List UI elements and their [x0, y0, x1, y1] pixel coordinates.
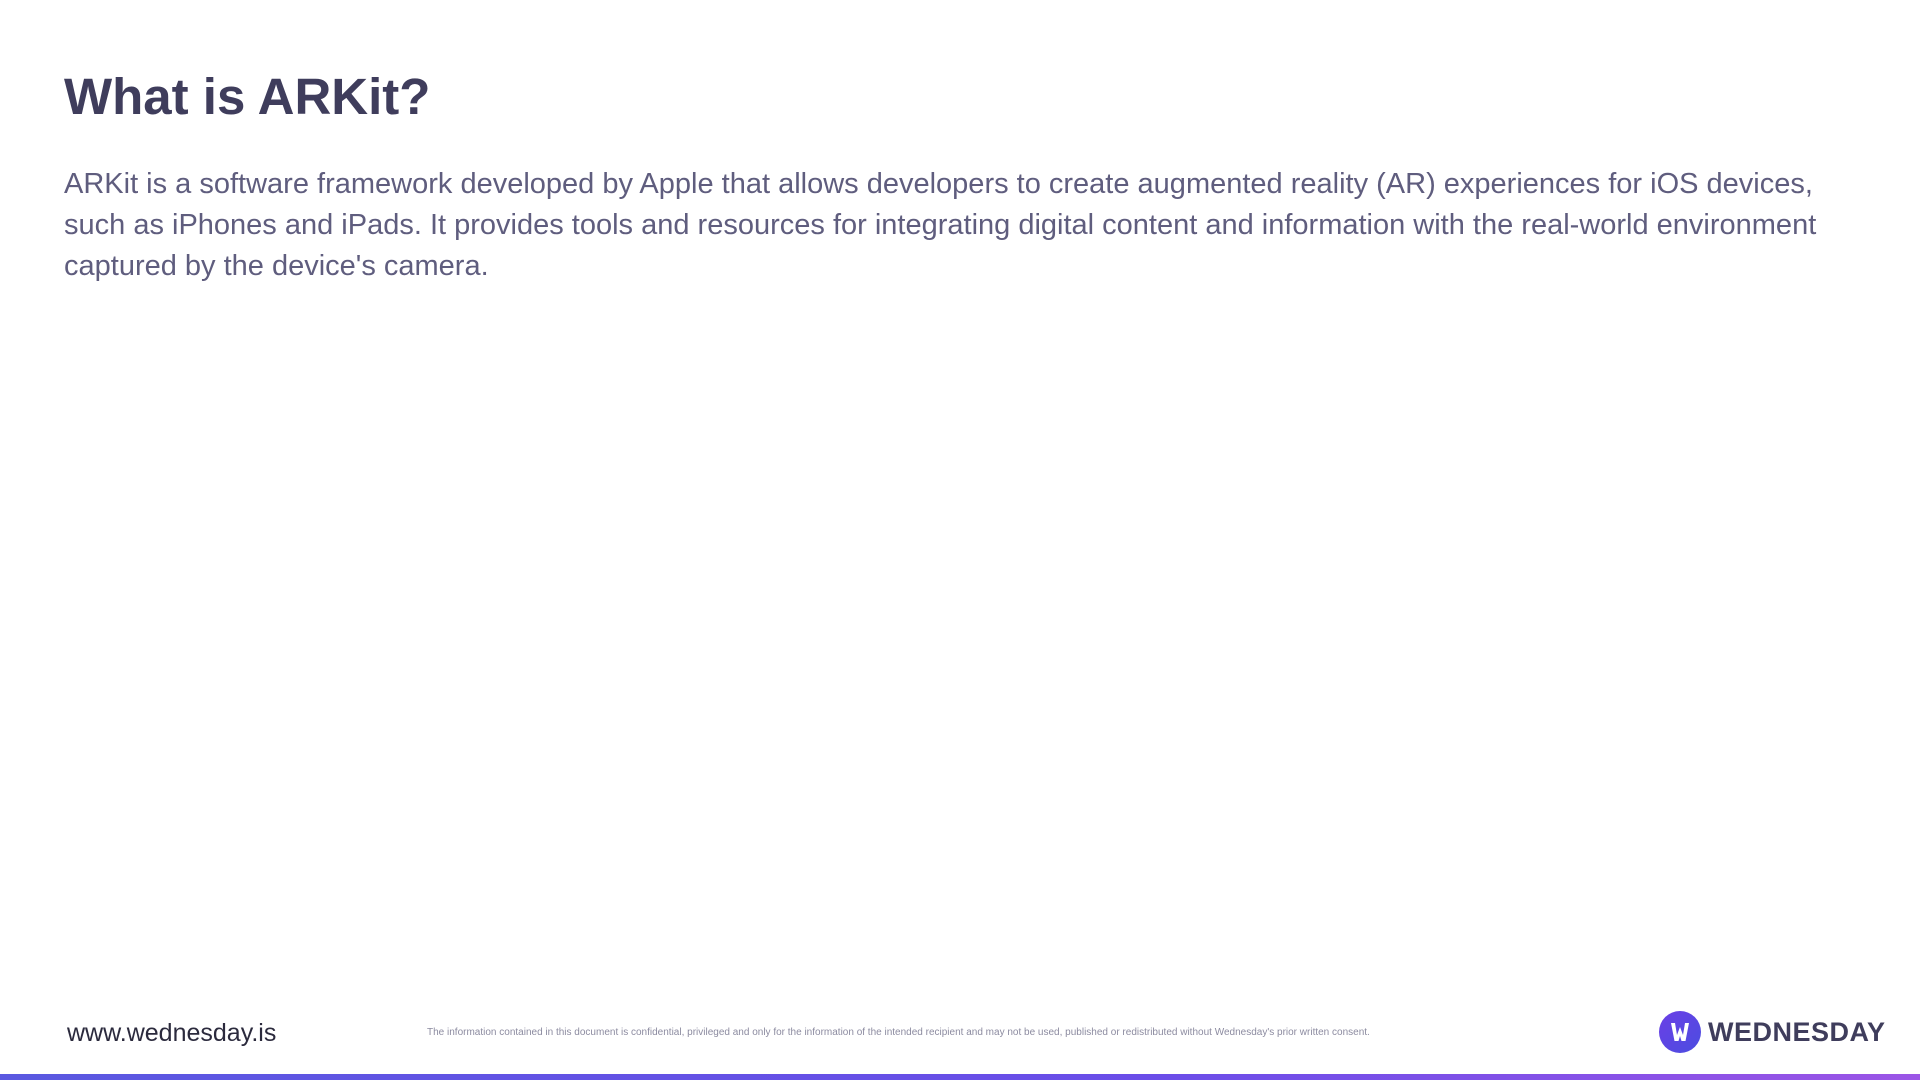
slide-title: What is ARKit?	[64, 68, 431, 125]
slide: What is ARKit? ARKit is a software frame…	[0, 0, 1920, 1080]
footer-disclaimer: The information contained in this docume…	[427, 1027, 1370, 1038]
footer-url[interactable]: www.wednesday.is	[67, 1019, 276, 1048]
wednesday-logo-icon	[1659, 1011, 1701, 1053]
wednesday-logo: WEDNESDAY	[1658, 1010, 1886, 1054]
logo-wordmark: WEDNESDAY	[1708, 1016, 1886, 1047]
bottom-accent-bar	[0, 1074, 1920, 1080]
slide-body-text: ARKit is a software framework developed …	[64, 168, 1817, 282]
